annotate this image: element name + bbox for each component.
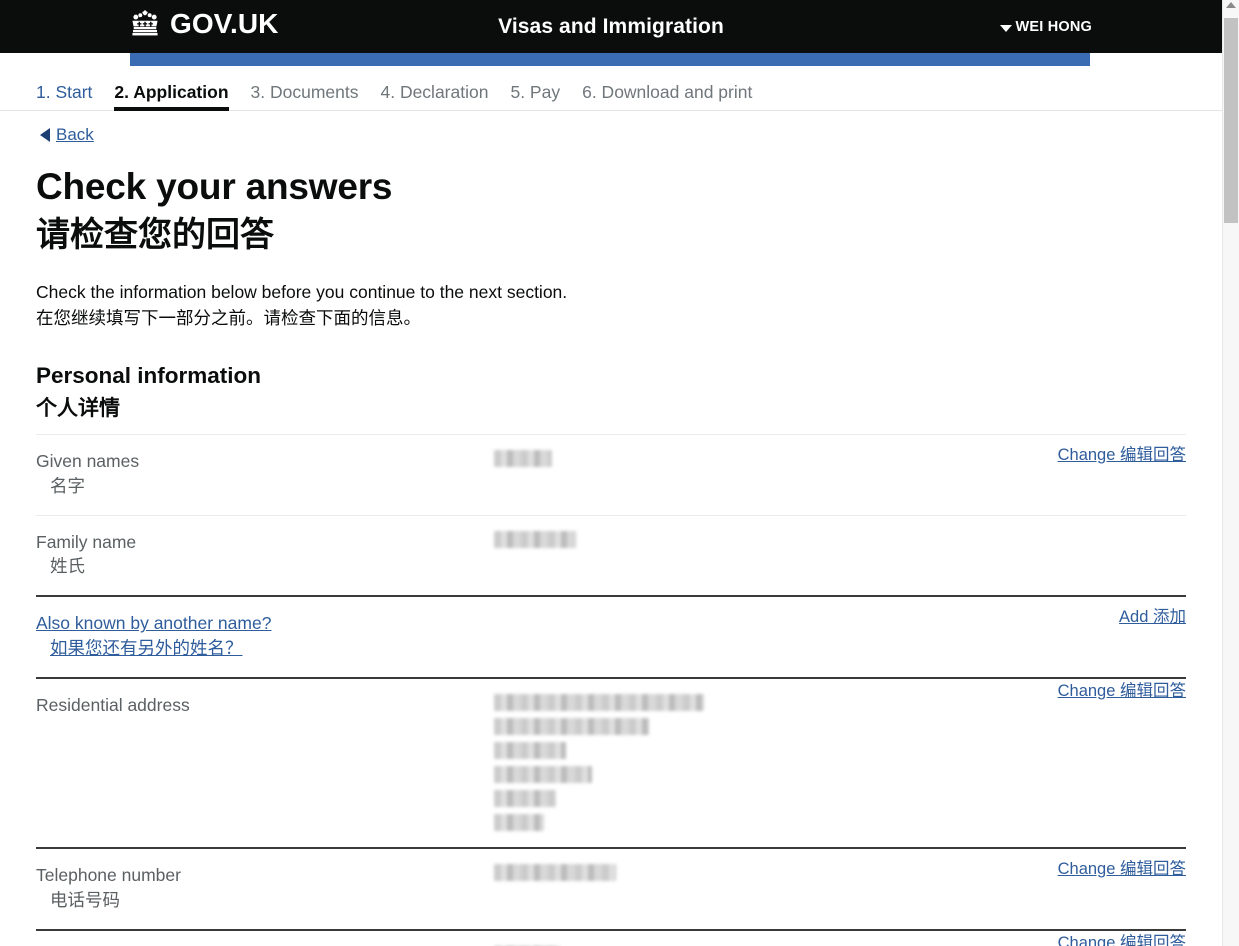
redacted-value (494, 530, 576, 548)
redacted-value (494, 790, 556, 807)
back-link[interactable]: Back (36, 111, 94, 151)
summary-row-value (494, 693, 1186, 831)
redacted-value (494, 766, 592, 783)
change-answer-link[interactable]: Change 编辑回答 (1058, 441, 1186, 465)
step-item-3: 3. Documents (250, 81, 359, 102)
crown-icon (132, 10, 158, 36)
redacted-value (494, 694, 704, 711)
summary-row: Family name 姓氏 (36, 514, 1186, 596)
summary-row-key-cn[interactable]: 如果您还有另外的姓名？ (36, 636, 494, 661)
main-content: Back Check your answers 请检查您的回答 Check th… (0, 111, 1222, 946)
account-menu-button[interactable]: WEI HONG (1000, 19, 1092, 35)
scroll-up-arrow-icon[interactable] (1226, 2, 1236, 8)
step-item-1[interactable]: 1. Start (36, 83, 92, 112)
summary-row: Given names 名字 Change 编辑回答 (36, 433, 1186, 515)
summary-row-key-cn: 名字 (50, 475, 85, 496)
step-item-2[interactable]: 2. Application (114, 83, 229, 111)
summary-row-value (494, 530, 1186, 550)
redacted-value (494, 449, 552, 467)
step-item-4: 4. Declaration (380, 81, 489, 102)
summary-row-key-en[interactable]: Also known by another name? (36, 611, 271, 636)
browser-viewport: GOV.UK Visas and Immigration WEI HONG 1.… (0, 0, 1239, 946)
account-name-label: WEI HONG (1015, 19, 1092, 35)
summary-row: Also known by another name? 如果您还有另外的姓名？ Ad… (36, 595, 1186, 677)
chevron-down-icon (1000, 24, 1013, 32)
step-item-5: 5. Pay (510, 81, 561, 102)
section-heading-cn: 个人详情 (36, 396, 120, 420)
page-title-en: Check your answers (36, 166, 393, 207)
intro-text: Check the information below before you c… (36, 280, 1186, 331)
back-link-label: Back (56, 125, 94, 144)
summary-row: Residential address Change 编辑回答 (36, 677, 1186, 847)
page-title-cn: 请检查您的回答 (36, 215, 274, 254)
govuk-logo-link[interactable]: GOV.UK (127, 9, 279, 39)
summary-row-key-cn: 电话号码 (50, 889, 120, 910)
summary-row-key: Given names 名字 (36, 449, 494, 499)
summary-row-value (494, 611, 1186, 631)
summary-row-key-en: Telephone number (36, 865, 181, 885)
redacted-value (494, 814, 544, 831)
summary-row-key[interactable]: Also known by another name? 如果您还有另外的姓名？ (36, 611, 494, 661)
change-answer-link[interactable]: Change 编辑回答 (1058, 677, 1186, 701)
summary-row-key-cn: 姓氏 (50, 556, 85, 577)
govuk-logo-text: GOV.UK (170, 8, 279, 39)
progress-bar-fill (130, 53, 1090, 66)
redacted-value (494, 718, 649, 735)
summary-row-key: Telephone number 电话号码 (36, 863, 494, 913)
summary-row-key-en: Given names (36, 450, 140, 471)
change-answer-link[interactable]: Change 编辑回答 (1058, 929, 1186, 946)
step-item-6: 6. Download and print (582, 81, 753, 102)
summary-row: How many days, weeks, months or years ha… (36, 928, 1186, 946)
summary-row: Telephone number 电话号码 Change 编辑回答 (36, 847, 1186, 929)
intro-text-cn: 在您继续填写下一部分之前。请检查下面的信息。 (36, 307, 421, 328)
add-answer-link[interactable]: Add 添加 (1119, 603, 1186, 627)
change-answer-link[interactable]: Change 编辑回答 (1058, 855, 1186, 879)
summary-row-key-en: Residential address (36, 695, 190, 715)
step-list: 1. Start 2. Application 3. Documents 4. Dec… (36, 66, 1222, 111)
step-navigation: 1. Start 2. Application 3. Documents 4. Dec… (0, 66, 1222, 111)
redacted-value (494, 742, 566, 759)
answers-summary-list: Given names 名字 Change 编辑回答 Family name 姓氏 Als… (36, 433, 1186, 946)
summary-row-key: Family name 姓氏 (36, 530, 494, 580)
progress-bar-track (0, 53, 1222, 66)
intro-text-en: Check the information below before you c… (36, 282, 568, 303)
scrollbar-thumb[interactable] (1224, 18, 1238, 223)
summary-row-key: Residential address (36, 693, 494, 718)
summary-row-key-en: Family name (36, 531, 137, 552)
redacted-value (494, 864, 616, 881)
site-header: GOV.UK Visas and Immigration WEI HONG (0, 0, 1222, 53)
back-arrow-icon (40, 128, 50, 142)
vertical-scrollbar[interactable] (1222, 0, 1239, 946)
section-heading-en: Personal information (36, 363, 262, 389)
